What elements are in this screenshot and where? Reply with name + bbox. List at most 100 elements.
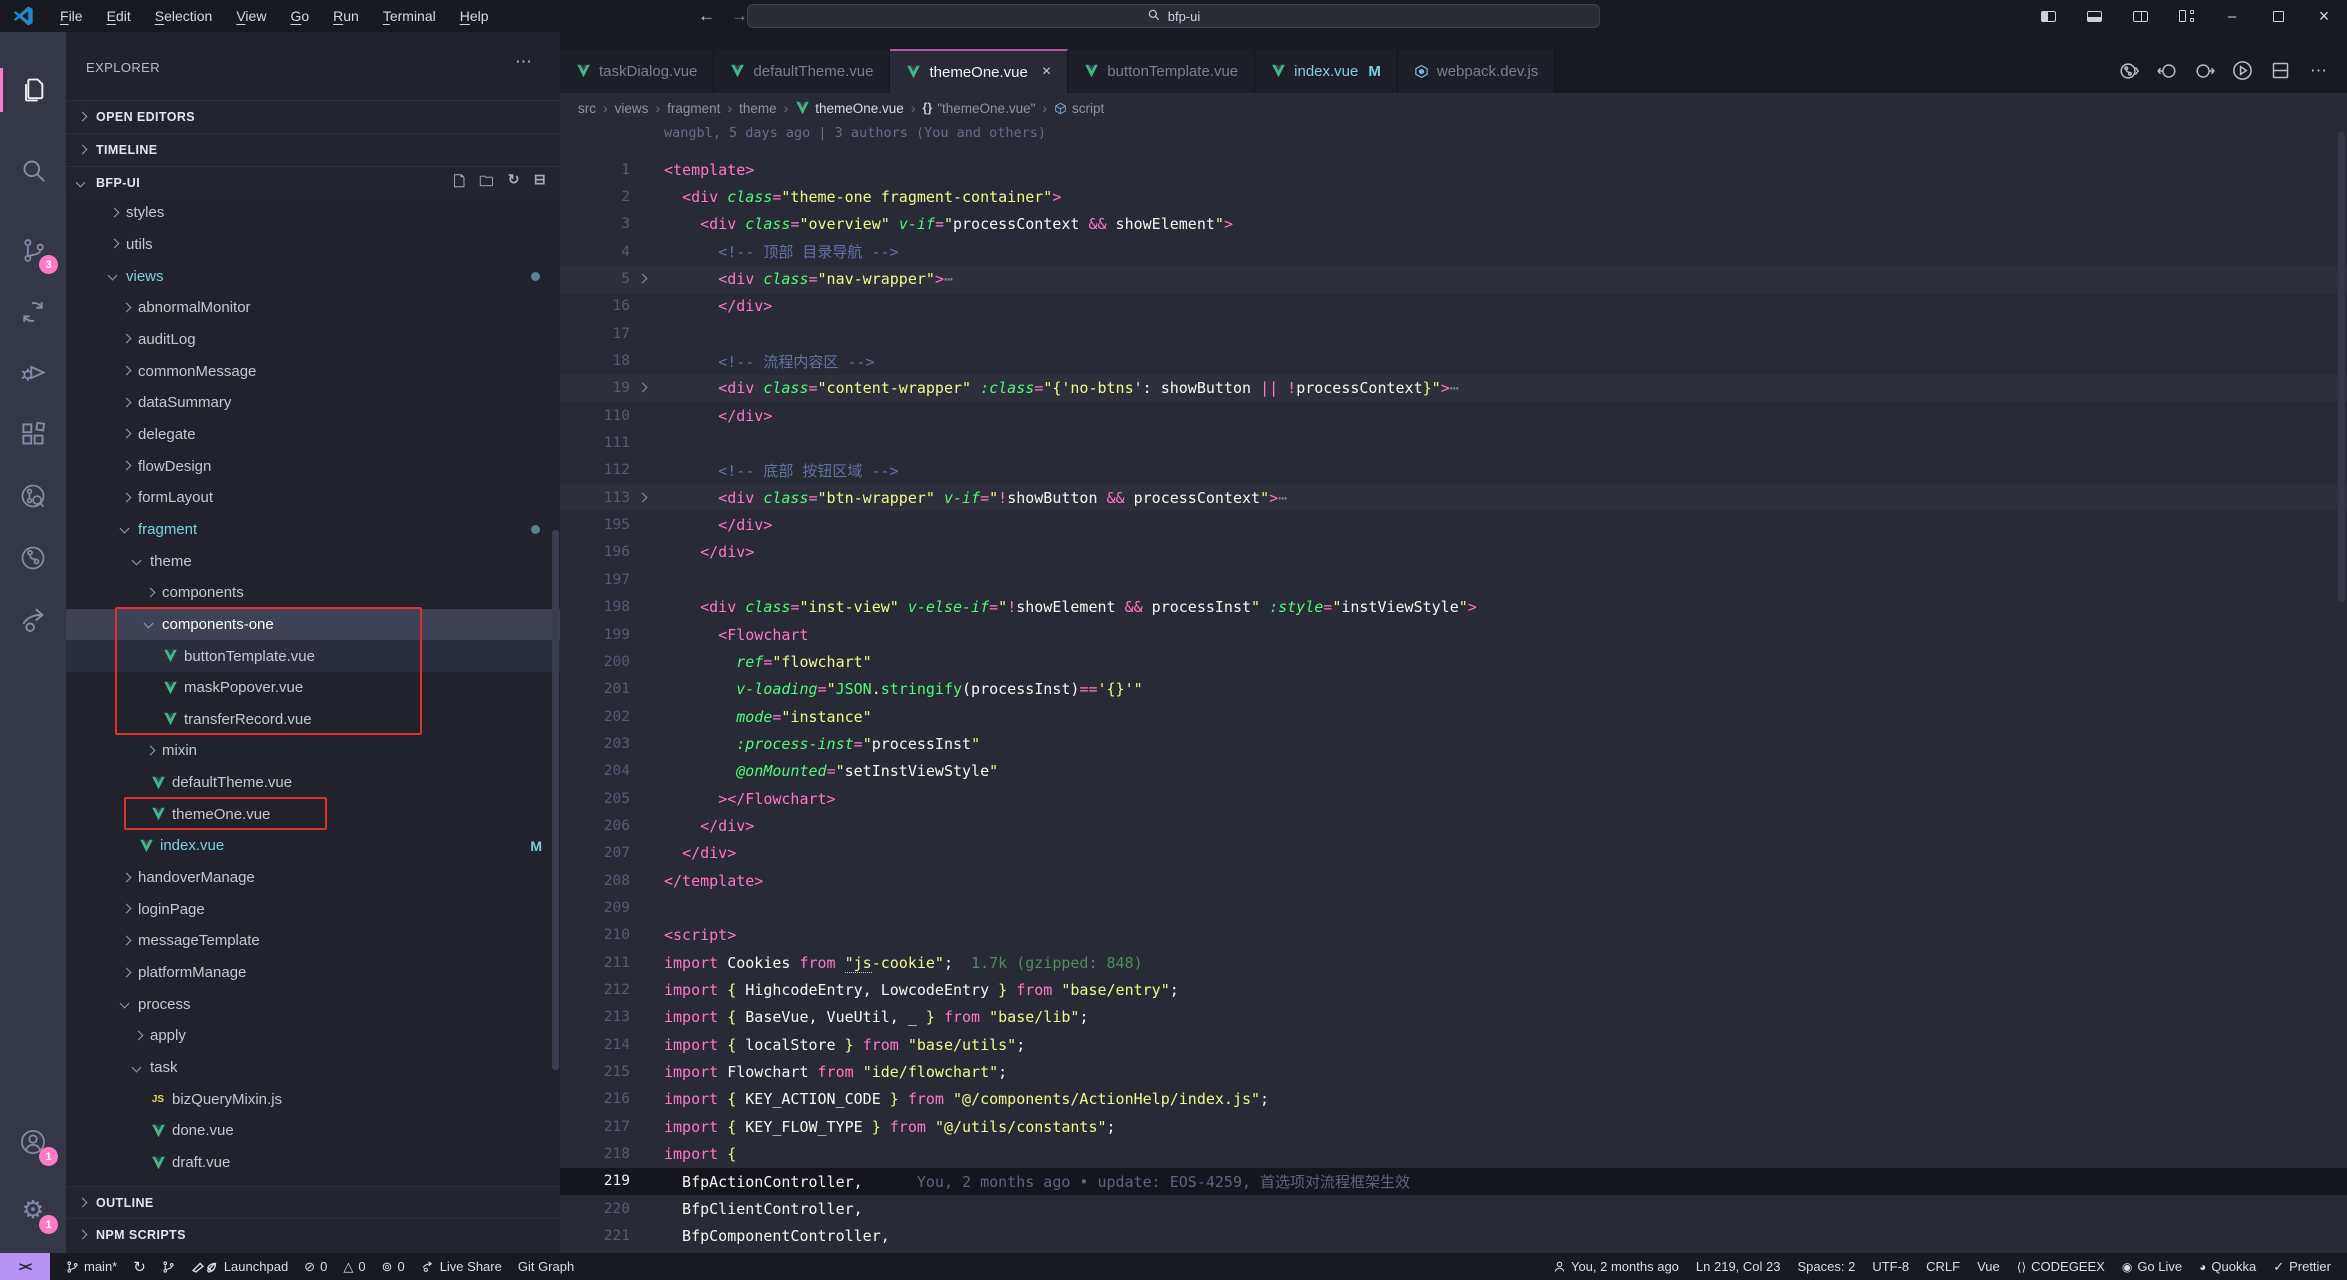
tree-folder-styles[interactable]: styles (66, 197, 560, 229)
tree-folder-mixin[interactable]: mixin (66, 735, 560, 767)
tree-folder-views[interactable]: views (66, 260, 560, 292)
code-line-215[interactable]: 215import Flowchart from "ide/flowchart"… (560, 1058, 2347, 1085)
status-errors[interactable]: ⊘0 (304, 1259, 327, 1275)
tree-folder-platformManage[interactable]: platformManage (66, 957, 560, 989)
breadcrumb-script[interactable]: script (1054, 101, 1104, 116)
code-line-4[interactable]: 4 <!-- 顶部 目录导航 --> (560, 238, 2347, 265)
menu-file[interactable]: File (48, 0, 95, 32)
status-blame-status[interactable]: You, 2 months ago (1553, 1259, 1679, 1274)
collapse-all-icon[interactable]: ⊟ (534, 171, 546, 195)
code-line-201[interactable]: 201 v-loading="JSON.stringify(processIns… (560, 676, 2347, 703)
code-line-18[interactable]: 18 <!-- 流程内容区 --> (560, 347, 2347, 374)
activity-sync-icon[interactable] (0, 286, 66, 338)
tree-folder-loginPage[interactable]: loginPage (66, 893, 560, 925)
tree-folder-fragment[interactable]: fragment (66, 514, 560, 546)
command-center-search[interactable]: bfp-ui (747, 4, 1600, 28)
activity-search-icon[interactable] (0, 144, 66, 196)
forward-arrow-icon[interactable]: → (731, 6, 748, 26)
code-line-210[interactable]: 210<script> (560, 922, 2347, 949)
status-git-graph[interactable]: Git Graph (518, 1259, 574, 1274)
code-line-110[interactable]: 110 </div> (560, 402, 2347, 429)
section-open-editors[interactable]: OPEN EDITORS (66, 100, 560, 132)
run-file-icon[interactable] (2230, 58, 2255, 83)
status-indentation[interactable]: Spaces: 2 (1797, 1259, 1855, 1274)
tree-folder-components[interactable]: components (66, 577, 560, 609)
tree-file-defaultTheme.vue[interactable]: defaultTheme.vue (66, 767, 560, 799)
toggle-sidebar-icon[interactable] (2025, 0, 2071, 32)
code-line-221[interactable]: 221 BfpComponentController, (560, 1222, 2347, 1249)
tree-folder-formLayout[interactable]: formLayout (66, 482, 560, 514)
status-live-share[interactable]: Live Share (421, 1259, 502, 1274)
explorer-more-actions-icon[interactable]: ⋯ (515, 52, 532, 72)
gitlens-blame-codelens[interactable]: wangbl, 5 days ago | 3 authors (You and … (664, 125, 1046, 141)
code-line-219[interactable]: 219 BfpActionController, You, 2 months a… (560, 1168, 2347, 1195)
tab-defaultTheme.vue[interactable]: defaultTheme.vue (714, 49, 890, 93)
section-npm-scripts[interactable]: NPM SCRIPTS (66, 1218, 560, 1250)
code-line-19[interactable]: 19 <div class="content-wrapper" :class="… (560, 375, 2347, 402)
code-line-17[interactable]: 17 (560, 320, 2347, 347)
breadcrumb-themeOne.vue[interactable]: {}"themeOne.vue" (923, 101, 1036, 116)
gitlens-icon[interactable] (2116, 58, 2141, 83)
status-cursor-position[interactable]: Ln 219, Col 23 (1696, 1259, 1781, 1274)
tree-folder-messageTemplate[interactable]: messageTemplate (66, 925, 560, 957)
refresh-icon[interactable]: ↻ (508, 171, 520, 195)
tree-file-done.vue[interactable]: done.vue (66, 1115, 560, 1147)
breadcrumb-theme[interactable]: theme (739, 101, 777, 116)
code-line-196[interactable]: 196 </div> (560, 539, 2347, 566)
customize-layout-icon[interactable] (2163, 0, 2209, 32)
activity-live-share-icon[interactable] (0, 594, 66, 646)
section-outline[interactable]: OUTLINE (66, 1186, 560, 1218)
editor-scrollbar[interactable] (2338, 132, 2345, 602)
tree-folder-apply[interactable]: apply (66, 1020, 560, 1052)
tree-folder-handoverManage[interactable]: handoverManage (66, 862, 560, 894)
code-editor[interactable]: 1<template>2 <div class="theme-one fragm… (560, 156, 2347, 1250)
code-line-112[interactable]: 112 <!-- 底部 按钮区域 --> (560, 457, 2347, 484)
status-encoding[interactable]: UTF-8 (1872, 1259, 1909, 1274)
toggle-secondary-sidebar-icon[interactable] (2117, 0, 2163, 32)
code-line-213[interactable]: 213import { BaseVue, VueUtil, _ } from "… (560, 1004, 2347, 1031)
previous-change-icon[interactable] (2154, 58, 2179, 83)
sidebar-scrollbar[interactable] (552, 530, 559, 1070)
toggle-panel-icon[interactable] (2071, 0, 2117, 32)
more-actions-icon[interactable]: ⋯ (2306, 58, 2331, 83)
code-line-209[interactable]: 209 (560, 894, 2347, 921)
status-prettier[interactable]: ✓Prettier (2273, 1259, 2331, 1275)
breadcrumb-views[interactable]: views (615, 101, 649, 116)
code-line-111[interactable]: 111 (560, 429, 2347, 456)
tree-folder-dataSummary[interactable]: dataSummary (66, 387, 560, 419)
activity-gitlens-icon[interactable] (0, 532, 66, 584)
next-change-icon[interactable] (2192, 58, 2217, 83)
close-button[interactable]: × (2301, 0, 2347, 32)
status-warnings[interactable]: △0 (343, 1259, 365, 1275)
code-line-195[interactable]: 195 </div> (560, 511, 2347, 538)
tab-webpack.dev.js[interactable]: webpack.dev.js (1398, 49, 1555, 93)
status-ports[interactable]: ⊚0 (382, 1259, 405, 1275)
tree-file-themeOne.vue[interactable]: themeOne.vue (66, 798, 560, 830)
tree-folder-theme[interactable]: theme (66, 545, 560, 577)
fold-chevron-icon[interactable] (630, 381, 652, 395)
status-go-live[interactable]: ◉Go Live (2122, 1259, 2182, 1274)
code-line-197[interactable]: 197 (560, 566, 2347, 593)
minimize-button[interactable]: – (2209, 0, 2255, 32)
tree-folder-process[interactable]: process (66, 988, 560, 1020)
activity-gitlens-search-icon[interactable] (0, 470, 66, 522)
code-line-200[interactable]: 200 ref="flowchart" (560, 648, 2347, 675)
menu-selection[interactable]: Selection (143, 0, 225, 32)
code-line-208[interactable]: 208</template> (560, 867, 2347, 894)
section-bfp-ui[interactable]: BFP-UI🗋🗀↻⊟ (66, 166, 560, 198)
tree-folder-components-one[interactable]: components-one (66, 609, 560, 641)
tree-folder-commonMessage[interactable]: commonMessage (66, 355, 560, 387)
activity-source-control-icon[interactable]: 3 (0, 224, 66, 276)
breadcrumb-src[interactable]: src (578, 101, 596, 116)
activity-run-debug-icon[interactable] (0, 346, 66, 398)
status-git-branch[interactable]: main* (66, 1259, 117, 1274)
tree-folder-flowDesign[interactable]: flowDesign (66, 450, 560, 482)
status-sync-changes[interactable]: ↻ (133, 1258, 146, 1276)
code-line-204[interactable]: 204 @onMounted="setInstViewStyle" (560, 758, 2347, 785)
tab-index.vue[interactable]: index.vueM (1255, 49, 1398, 93)
code-line-198[interactable]: 198 <div class="inst-view" v-else-if="!s… (560, 594, 2347, 621)
status-codegeex[interactable]: ⟨⟩CODEGEEX (2017, 1259, 2105, 1274)
code-line-212[interactable]: 212import { HighcodeEntry, LowcodeEntry … (560, 976, 2347, 1003)
tree-folder-auditLog[interactable]: auditLog (66, 324, 560, 356)
tree-file-index.vue[interactable]: index.vueM (66, 830, 560, 862)
